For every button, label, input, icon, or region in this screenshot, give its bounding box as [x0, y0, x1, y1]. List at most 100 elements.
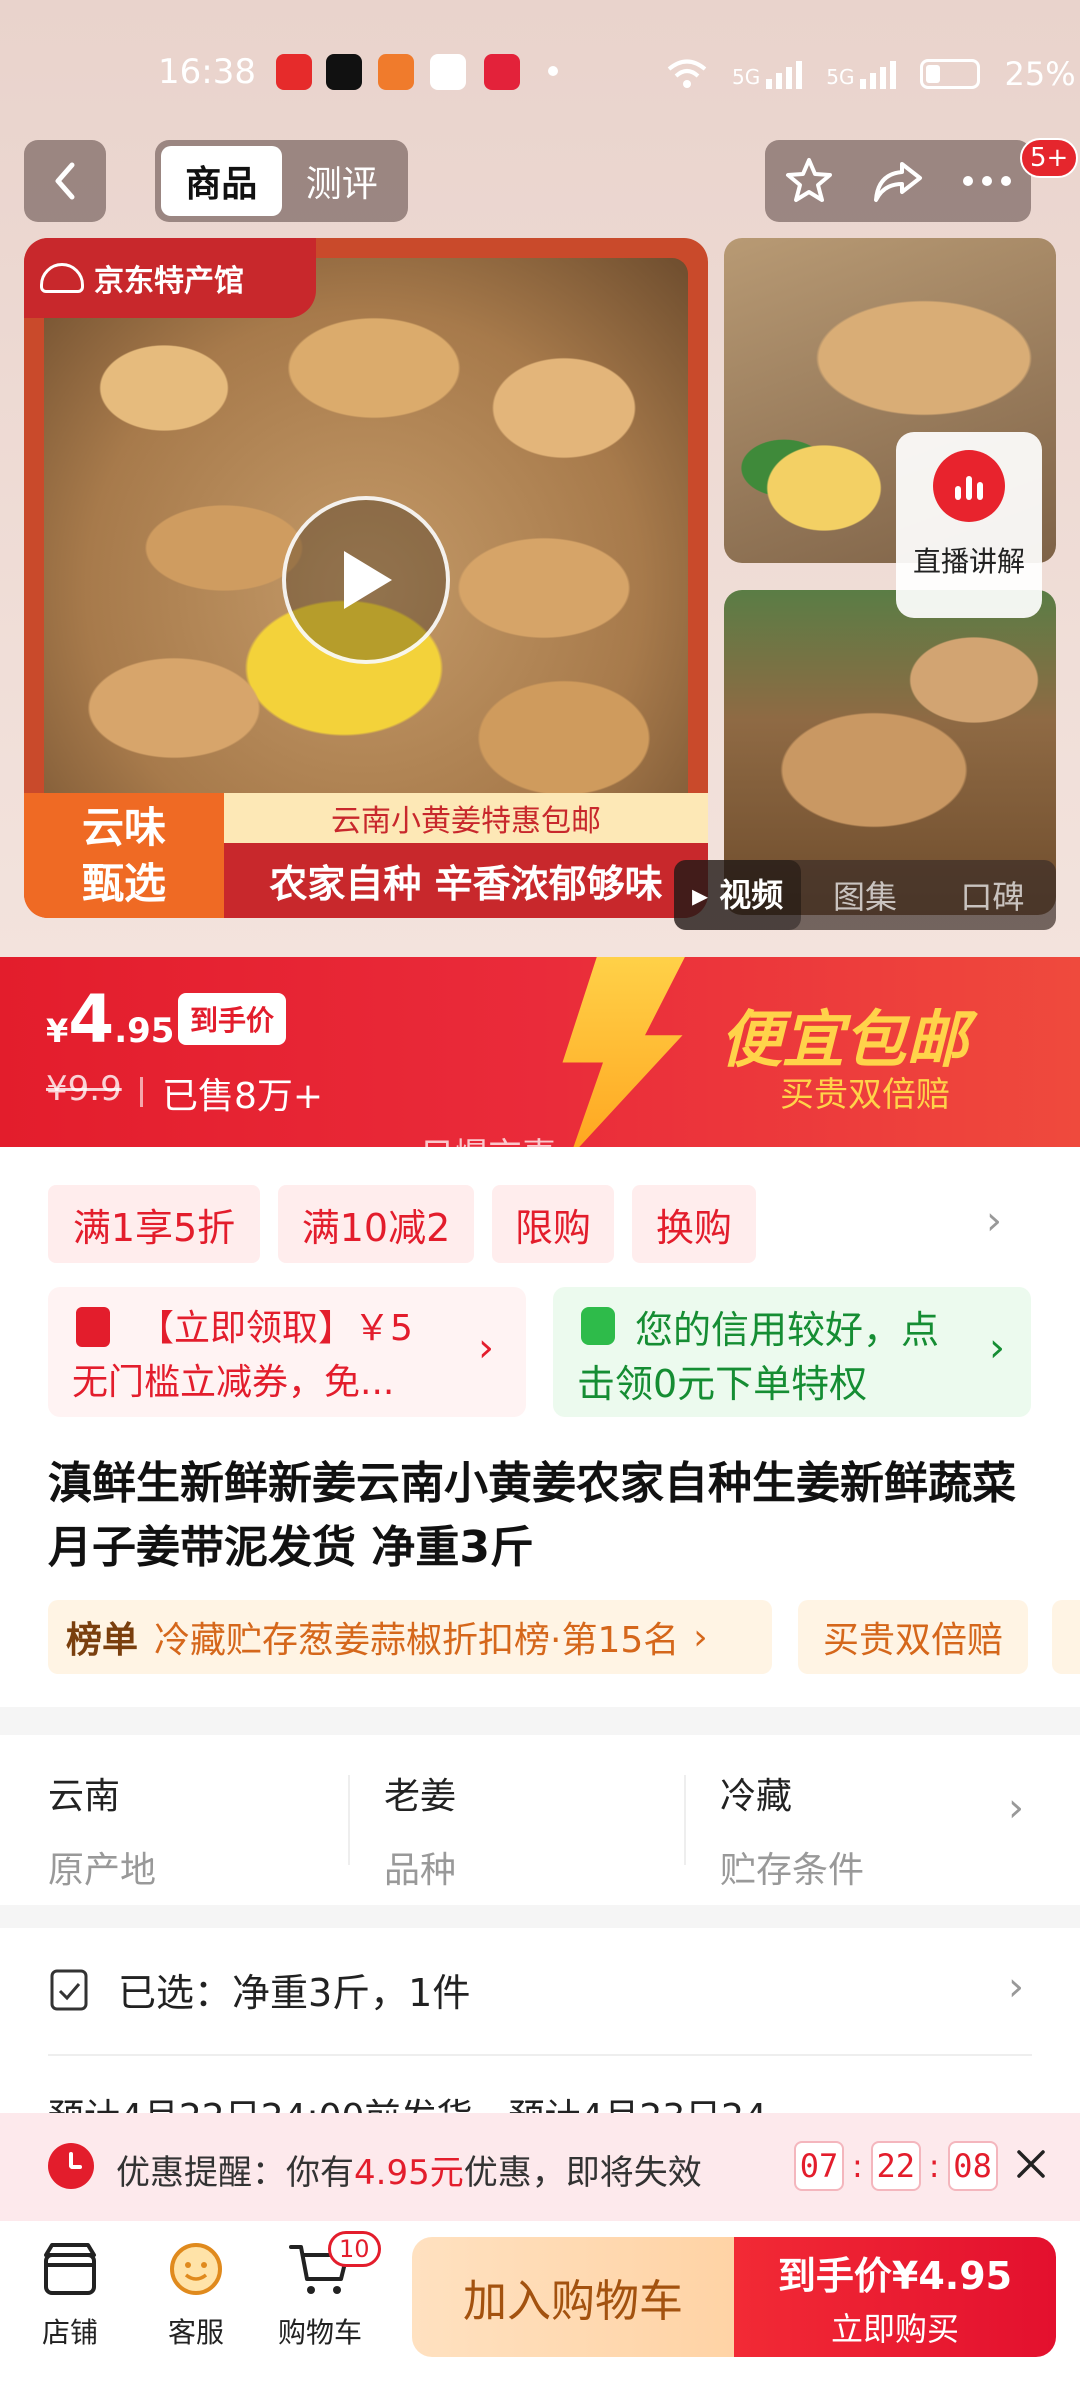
next-chip-partial[interactable]	[1052, 1600, 1080, 1674]
banner-bottom-text: 农家自种 辛香浓郁够味	[224, 843, 708, 918]
lightning-decoration	[562, 957, 690, 1147]
star-icon[interactable]	[784, 156, 834, 206]
media-tab-gallery[interactable]: 图集	[801, 872, 928, 918]
coupon-card[interactable]: 【立即领取】￥5 无门槛立减券，免... ›	[48, 1287, 526, 1417]
credit-card[interactable]: 您的信用较好，点 击领0元下单特权 ›	[553, 1287, 1031, 1417]
bottom-action-bar: 店铺 客服 购物车 10 加入购物车 到手价¥4.95 立即购买	[0, 2221, 1080, 2400]
store-logo-text: 京东特产馆	[94, 264, 244, 299]
shopping-bag-icon	[581, 1307, 615, 1345]
header-actions	[765, 140, 1031, 222]
selected-spec-row[interactable]: 已选：净重3斤，1件	[48, 1962, 470, 2017]
status-bar: 16:38 5G 5G 25%	[0, 0, 1080, 140]
status-right-group: 5G 5G 25%	[666, 52, 1076, 96]
status-time: 16:38	[158, 52, 256, 92]
baidu-notification-icon	[430, 54, 466, 90]
attribute-origin: 云南 原产地	[48, 1776, 157, 1891]
tab-review[interactable]: 测评	[282, 146, 403, 216]
attribute-variety: 老姜 品种	[384, 1776, 457, 1891]
promo-chip-1[interactable]: 满1享5折	[48, 1185, 260, 1263]
banner-left-line1: 云味	[81, 802, 166, 852]
attribute-divider	[684, 1775, 686, 1865]
buy-now-label: 立即购买	[830, 2309, 959, 2348]
share-icon[interactable]	[872, 158, 924, 204]
credit-line1: 您的信用较好，点	[635, 1308, 940, 1352]
promo-chip-3[interactable]: 限购	[492, 1185, 614, 1263]
shopping-notification-icon	[484, 54, 520, 90]
countdown-timer: 07: 22: 08	[794, 2141, 998, 2191]
credit-line2: 击领0元下单特权	[577, 1362, 868, 1406]
buy-now-price: 到手价¥4.95	[777, 2253, 1013, 2298]
timer-hours: 07	[794, 2141, 844, 2191]
chevron-left-icon	[55, 162, 75, 200]
clock-icon	[48, 2143, 94, 2189]
customer-service-icon	[170, 2243, 222, 2295]
wifi-icon	[667, 59, 707, 88]
network-label-2: 5G	[826, 65, 855, 89]
store-icon	[44, 2243, 96, 2295]
signal-icon-2	[860, 59, 897, 89]
banner-top-text: 云南小黄姜特惠包邮	[224, 793, 708, 843]
promo-chip-4[interactable]: 换购	[632, 1185, 756, 1263]
ranking-chevron-icon: ›	[693, 1616, 708, 1658]
close-reminder-button[interactable]	[1006, 2139, 1056, 2189]
back-button[interactable]	[24, 140, 106, 222]
signal-icon-1	[766, 59, 803, 89]
app-notification-icon	[276, 54, 312, 90]
banner-left: 云味 甄选	[24, 793, 224, 918]
message-badge: 5+	[1020, 138, 1079, 178]
attributes-card[interactable]: 云南 原产地 老姜 品种 冷藏 贮存条件 ›	[0, 1735, 1080, 1905]
watermark-text: 只爆京喜	[420, 1136, 556, 1176]
battery-percent: 25%	[1004, 55, 1076, 93]
more-icon[interactable]	[962, 175, 1012, 187]
media-tabs: ▸ 视频 图集 口碑	[674, 860, 1056, 930]
product-title: 滇鲜生新鲜新姜云南小黄姜农家自种生姜新鲜蔬菜月子姜带泥发货 净重3斤	[48, 1458, 1016, 1573]
battery-icon	[920, 59, 981, 89]
nav-store-label: 店铺	[41, 2316, 98, 2349]
play-icon	[344, 551, 392, 609]
discount-reminder-bar: 优惠提醒：你有4.95元优惠，即将失效 07: 22: 08	[0, 2113, 1080, 2221]
banner-left-line2: 甄选	[81, 858, 166, 908]
promos-chevron-right-icon[interactable]: ›	[986, 1198, 1002, 1244]
header-tabs: 商品 测评	[155, 140, 408, 222]
promo-chip-2[interactable]: 满10减2	[278, 1185, 474, 1263]
nav-store[interactable]: 店铺	[20, 2241, 120, 2351]
ranking-chip[interactable]: 榜单 冷藏贮存葱姜蒜椒折扣榜·第15名 ›	[48, 1600, 772, 1674]
store-logo-icon	[40, 263, 84, 293]
current-price: ¥ 4 .95	[46, 981, 175, 1058]
more-notifications-dot	[548, 66, 558, 76]
add-to-cart-button[interactable]: 加入购物车	[412, 2237, 734, 2357]
cart-count-badge: 10	[328, 2231, 381, 2267]
tab-product[interactable]: 商品	[161, 146, 282, 216]
selected-spec-text: 已选：净重3斤，1件	[118, 1971, 471, 2015]
store-logo-tag: 京东特产馆	[24, 238, 316, 318]
credit-chevron-icon: ›	[989, 1325, 1005, 1371]
selection-chevron-icon[interactable]: ›	[1008, 1964, 1024, 2010]
live-explain-button[interactable]: 直播讲解	[896, 432, 1042, 618]
coupon-chevron-icon: ›	[478, 1325, 494, 1371]
coupon-line1: 【立即领取】￥5	[138, 1308, 413, 1349]
promo-subtitle: 买贵双倍赔	[780, 1075, 950, 1115]
checklist-icon	[50, 1969, 88, 2010]
book-notification-icon	[378, 54, 414, 90]
ranking-key: 榜单	[66, 1620, 139, 1661]
buy-now-button[interactable]: 到手价¥4.95 立即购买	[734, 2237, 1056, 2357]
nav-cart-label: 购物车	[277, 2316, 362, 2349]
tiktok-notification-icon	[326, 54, 362, 90]
coupon-icon	[76, 1307, 110, 1347]
attribute-storage: 冷藏 贮存条件	[720, 1776, 865, 1891]
media-tab-reviews[interactable]: 口碑	[929, 872, 1056, 918]
ranking-text: 冷藏贮存葱姜蒜椒折扣榜·第15名	[154, 1620, 680, 1661]
main-product-video[interactable]: 京东特产馆 云味 甄选 云南小黄姜特惠包邮 农家自种 辛香浓郁够味	[24, 238, 708, 918]
nav-service[interactable]: 客服	[146, 2241, 246, 2351]
promo-title: 便宜包邮	[720, 1003, 969, 1076]
media-tab-video[interactable]: ▸ 视频	[674, 860, 802, 930]
live-label: 直播讲解	[912, 545, 1025, 578]
close-icon	[1017, 2150, 1045, 2178]
play-button[interactable]	[282, 496, 450, 664]
final-price-tag: 到手价	[178, 993, 287, 1045]
double-compensation-chip[interactable]: 买贵双倍赔	[798, 1600, 1028, 1674]
selection-card: 已选：净重3斤，1件 › 预计4月22日24:00前发货，预计4月23日24..…	[0, 1928, 1080, 2138]
price-divider	[140, 1077, 143, 1107]
network-label-1: 5G	[732, 65, 761, 89]
live-icon	[933, 450, 1005, 522]
